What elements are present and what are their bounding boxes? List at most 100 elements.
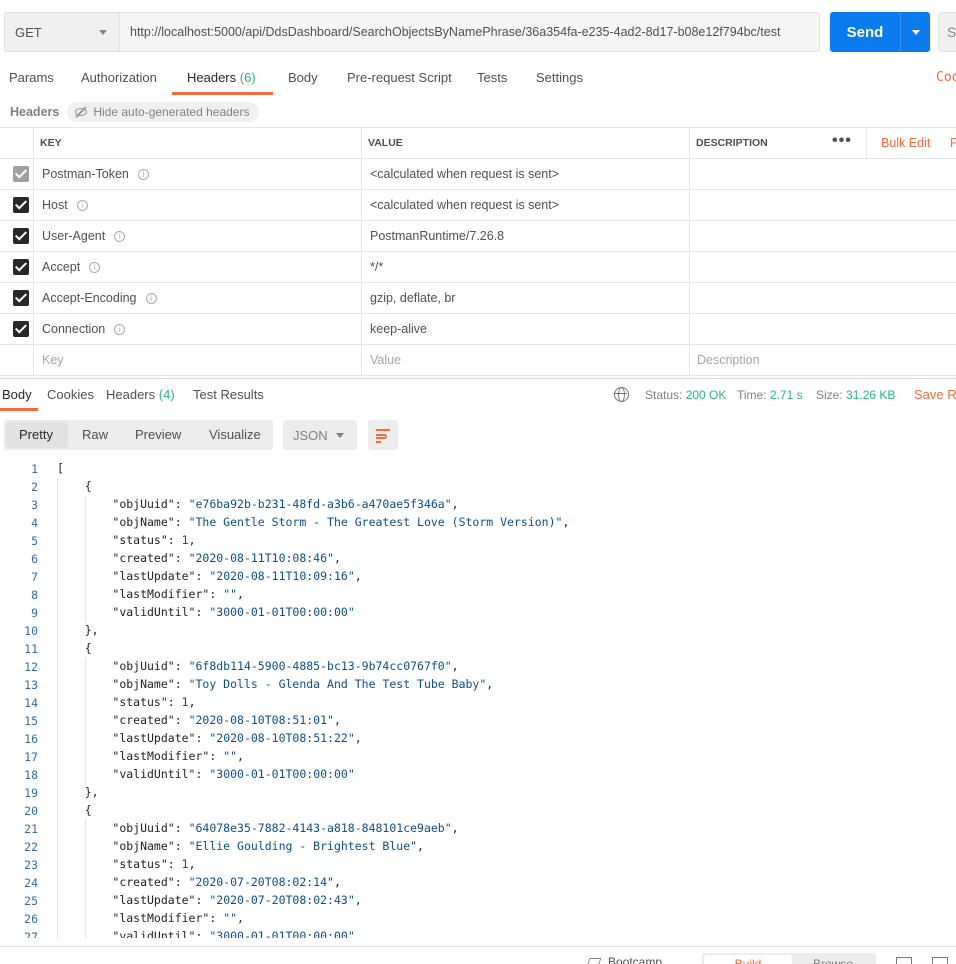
checkbox-cell: [0, 283, 34, 313]
new-description-input[interactable]: Description: [690, 345, 956, 375]
line-number: 12: [24, 660, 38, 674]
value-cell[interactable]: gzip, deflate, br: [362, 283, 690, 313]
send-button[interactable]: Send: [830, 12, 930, 52]
response-tab-body[interactable]: Body: [2, 387, 32, 402]
checkbox-cell: [0, 252, 34, 282]
build-button[interactable]: Build: [704, 955, 792, 964]
response-body[interactable]: 1 [2 {3 "objUuid": "e76ba92b-b231-48fd-a3…: [0, 460, 956, 938]
response-tab-cookies[interactable]: Cookies: [47, 387, 94, 402]
checkbox[interactable]: [13, 259, 29, 275]
checkbox[interactable]: [13, 290, 29, 306]
code-line: "status": 1,: [112, 533, 196, 547]
checkbox-cell: [0, 345, 34, 375]
description-cell[interactable]: [690, 190, 956, 220]
value-cell[interactable]: keep-alive: [362, 314, 690, 344]
info-icon[interactable]: i: [114, 323, 126, 335]
view-preview[interactable]: Preview: [135, 427, 181, 442]
code-line: "objName": "Toy Dolls - Glenda And The T…: [112, 677, 494, 691]
status-value: 200 OK: [685, 388, 727, 402]
status-readout: Status: 200 OK: [645, 388, 726, 402]
send-dropdown[interactable]: [901, 29, 930, 35]
layout-icon[interactable]: [896, 957, 912, 964]
url-input[interactable]: http://localhost:5000/api/DdsDashboard/S…: [120, 12, 820, 52]
save-button[interactable]: S: [938, 12, 956, 52]
key-cell[interactable]: Postman-Token i: [34, 159, 362, 189]
more-options-icon[interactable]: •••: [832, 133, 852, 149]
header-key: Postman-Token: [42, 167, 129, 181]
time-readout[interactable]: Time: 2.71 s: [737, 388, 803, 402]
value-cell[interactable]: */*: [362, 252, 690, 282]
key-cell[interactable]: User-Agent i: [34, 221, 362, 251]
view-raw[interactable]: Raw: [82, 427, 108, 442]
format-select[interactable]: JSON: [283, 420, 357, 450]
key-cell[interactable]: Accept-Encoding i: [34, 283, 362, 313]
key-cell[interactable]: Accept i: [34, 252, 362, 282]
indent-guide: [85, 496, 86, 622]
tab-headers-count: (6): [239, 70, 256, 85]
tab-body[interactable]: Body: [288, 70, 318, 85]
tab-params[interactable]: Params: [9, 70, 54, 85]
response-tab-headers[interactable]: Headers (4): [106, 387, 175, 402]
description-cell[interactable]: [690, 159, 956, 189]
checkbox-cell: [0, 314, 34, 344]
bootcamp-button[interactable]: Bootcamp: [586, 955, 663, 964]
value-cell[interactable]: <calculated when request is sent>: [362, 190, 690, 220]
code-line: "objName": "Ellie Goulding - Brightest B…: [112, 839, 424, 853]
bootcamp-label: Bootcamp: [608, 955, 663, 964]
active-tab-indicator: [172, 92, 273, 95]
hide-auto-headers-label: Hide auto-generated headers: [93, 105, 250, 119]
description-cell[interactable]: [690, 252, 956, 282]
bulk-edit-button[interactable]: Bulk Edit: [881, 136, 930, 150]
browse-button[interactable]: Browse: [792, 955, 874, 964]
headers-subbar: Headers Hide auto-generated headers: [10, 102, 260, 122]
tab-authorization[interactable]: Authorization: [81, 70, 157, 85]
code-line: "status": 1,: [112, 695, 196, 709]
code-line: "lastUpdate": "2020-08-11T10:09:16",: [112, 569, 362, 583]
size-readout[interactable]: Size: 31.26 KB: [816, 388, 895, 402]
line-number: 9: [31, 606, 38, 620]
checkbox[interactable]: [13, 197, 29, 213]
globe-icon[interactable]: [614, 387, 629, 402]
key-cell[interactable]: Host i: [34, 190, 362, 220]
wrap-icon-tail: [376, 441, 381, 443]
save-response-button[interactable]: Save Re: [914, 387, 956, 402]
method-label: GET: [15, 24, 42, 40]
checkbox[interactable]: [13, 321, 29, 337]
new-key-input[interactable]: Key: [34, 345, 362, 375]
split-pane-icon[interactable]: [932, 957, 948, 964]
code-line: "created": "2020-07-20T08:02:14",: [112, 875, 341, 889]
method-select[interactable]: GET: [4, 12, 120, 52]
key-cell[interactable]: Connection i: [34, 314, 362, 344]
new-value-input[interactable]: Value: [362, 345, 690, 375]
response-tab-test-results[interactable]: Test Results: [193, 387, 264, 402]
table-row: User-Agent i PostmanRuntime/7.26.8: [0, 221, 956, 252]
line-number: 24: [24, 876, 38, 890]
wrap-lines-button[interactable]: [368, 420, 398, 450]
line-number: 3: [31, 498, 38, 512]
info-icon[interactable]: i: [145, 292, 157, 304]
checkbox-column-header: [0, 128, 34, 158]
tab-settings[interactable]: Settings: [536, 70, 583, 85]
value-placeholder: Value: [370, 353, 402, 367]
description-cell[interactable]: [690, 221, 956, 251]
code-line: "objUuid": "e76ba92b-b231-48fd-a3b6-a470…: [112, 497, 459, 511]
table-row: Accept-Encoding i gzip, deflate, br: [0, 283, 956, 314]
tab-tests[interactable]: Tests: [477, 70, 507, 85]
info-icon[interactable]: i: [76, 199, 88, 211]
checkbox[interactable]: [13, 228, 29, 244]
value-cell[interactable]: <calculated when request is sent>: [362, 159, 690, 189]
line-number: 7: [31, 570, 38, 584]
description-placeholder: Description: [697, 353, 760, 367]
info-icon[interactable]: i: [137, 168, 149, 180]
description-cell[interactable]: [690, 314, 956, 344]
description-cell[interactable]: [690, 283, 956, 313]
hide-auto-headers-button[interactable]: Hide auto-generated headers: [67, 102, 260, 122]
info-icon[interactable]: i: [114, 230, 126, 242]
presets-button[interactable]: P: [950, 136, 956, 150]
tab-pre-request-script[interactable]: Pre-request Script: [347, 70, 452, 85]
view-pretty[interactable]: Pretty: [19, 427, 53, 442]
value-cell[interactable]: PostmanRuntime/7.26.8: [362, 221, 690, 251]
tab-headers[interactable]: Headers (6): [187, 70, 256, 85]
info-icon[interactable]: i: [89, 261, 101, 273]
view-visualize[interactable]: Visualize: [209, 427, 261, 442]
